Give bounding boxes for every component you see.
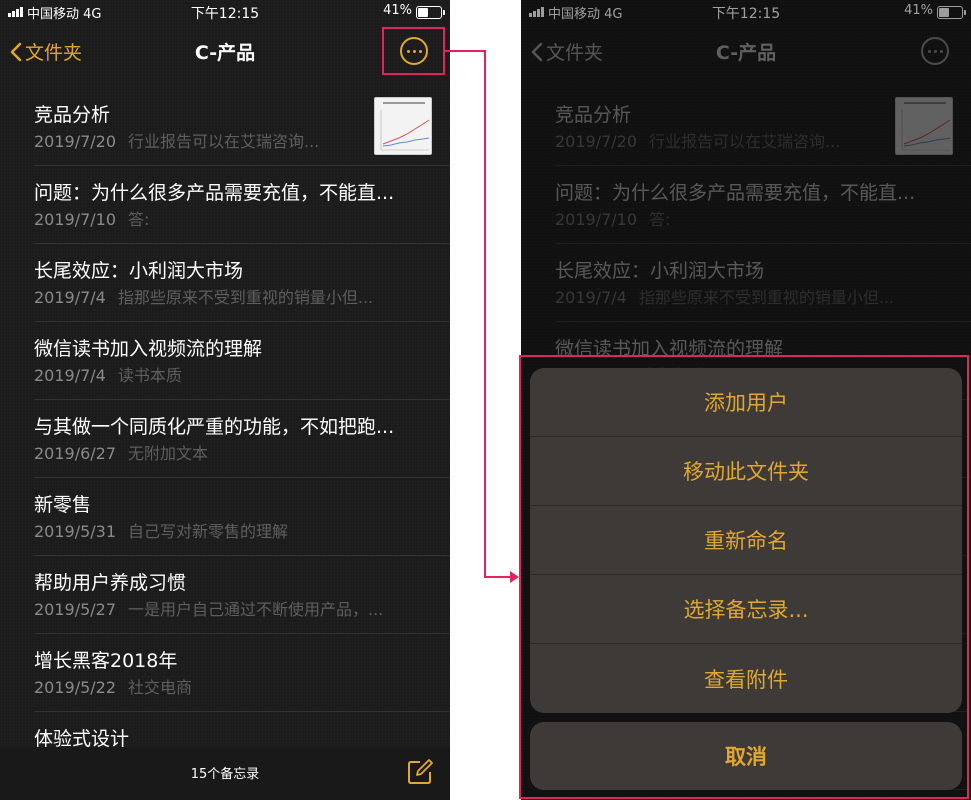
note-item[interactable]: 微信读书加入视频流的理解 2019/7/4 读书本质 — [34, 322, 450, 400]
note-item[interactable]: 长尾效应：小利润大市场 2019/7/4 指那些原来不受到重视的销量小但... — [34, 244, 450, 322]
note-date: 2019/7/10 — [34, 210, 117, 229]
note-date: 2019/5/22 — [34, 678, 117, 697]
highlight-more-button — [382, 27, 445, 75]
note-count: 15个备忘录 — [190, 767, 260, 782]
highlight-action-sheet — [519, 355, 969, 799]
bottom-toolbar: 15个备忘录 — [0, 748, 450, 800]
note-meta: 2019/6/27 无附加文本 — [34, 440, 428, 464]
note-date: 2019/6/27 — [34, 444, 117, 463]
note-title: 长尾效应：小利润大市场 — [34, 260, 244, 282]
note-meta: 2019/7/4 指那些原来不受到重视的销量小但... — [34, 284, 428, 308]
note-title: 体验式设计 — [34, 728, 130, 750]
battery-percent: 41% — [383, 3, 412, 18]
note-preview: 无附加文本 — [128, 444, 209, 463]
note-meta: 2019/7/20 行业报告可以在艾瑞咨询... — [34, 128, 370, 152]
connector-line — [445, 50, 486, 52]
note-title: 新零售 — [34, 494, 92, 516]
note-meta: 2019/5/27 一是用户自己通过不断使用产品，... — [34, 596, 428, 620]
note-item[interactable]: 与其做一个同质化严重的功能，不如把跑... 2019/6/27 无附加文本 — [34, 400, 450, 478]
note-thumbnail — [374, 97, 432, 155]
note-preview: 自己写对新零售的理解 — [128, 522, 289, 541]
connector-line — [484, 50, 486, 578]
note-title: 与其做一个同质化严重的功能，不如把跑... — [34, 416, 395, 438]
note-meta: 2019/7/10 答: — [34, 206, 428, 230]
note-item[interactable]: 新零售 2019/5/31 自己写对新零售的理解 — [34, 478, 450, 556]
note-meta: 2019/5/31 自己写对新零售的理解 — [34, 518, 428, 542]
note-preview: 行业报告可以在艾瑞咨询... — [128, 132, 320, 151]
note-meta: 2019/5/22 社交电商 — [34, 674, 428, 698]
note-title: 竞品分析 — [34, 104, 111, 126]
battery-fill — [418, 8, 428, 17]
compose-icon[interactable] — [406, 758, 434, 786]
note-item[interactable]: 问题：为什么很多产品需要充值，不能直... 2019/7/10 答: — [34, 166, 450, 244]
note-date: 2019/7/20 — [34, 132, 117, 151]
connector-line — [484, 576, 512, 578]
note-title: 微信读书加入视频流的理解 — [34, 338, 263, 360]
note-item[interactable]: 帮助用户养成习惯 2019/5/27 一是用户自己通过不断使用产品，... — [34, 556, 450, 634]
note-preview: 指那些原来不受到重视的销量小但... — [117, 288, 374, 307]
note-date: 2019/5/27 — [34, 600, 117, 619]
arrow-head-icon — [510, 571, 519, 583]
note-item[interactable]: 竞品分析 2019/7/20 行业报告可以在艾瑞咨询... — [34, 88, 450, 166]
note-date: 2019/7/4 — [34, 288, 106, 307]
note-date: 2019/5/31 — [34, 522, 117, 541]
status-bar: 中国移动 4G 下午12:15 41% — [0, 0, 450, 24]
note-preview: 答: — [128, 210, 150, 229]
note-meta: 2019/7/4 读书本质 — [34, 362, 428, 386]
note-date: 2019/7/4 — [34, 366, 106, 385]
notes-list: 竞品分析 2019/7/20 行业报告可以在艾瑞咨询... 问题：为什么很多产品需要充… — [0, 88, 450, 790]
note-preview: 社交电商 — [128, 678, 193, 697]
note-title: 帮助用户养成习惯 — [34, 572, 187, 594]
note-title: 问题：为什么很多产品需要充值，不能直... — [34, 182, 395, 204]
note-preview: 一是用户自己通过不断使用产品，... — [128, 600, 384, 619]
note-item[interactable]: 增长黑客2018年 2019/5/22 社交电商 — [34, 634, 450, 712]
battery-icon — [416, 6, 445, 19]
notes-screen: 中国移动 4G 下午12:15 41% 文件夹 C-产品 竞品分析 2019/7/… — [0, 0, 450, 800]
note-title: 增长黑客2018年 — [34, 650, 178, 672]
note-preview: 读书本质 — [117, 366, 182, 385]
